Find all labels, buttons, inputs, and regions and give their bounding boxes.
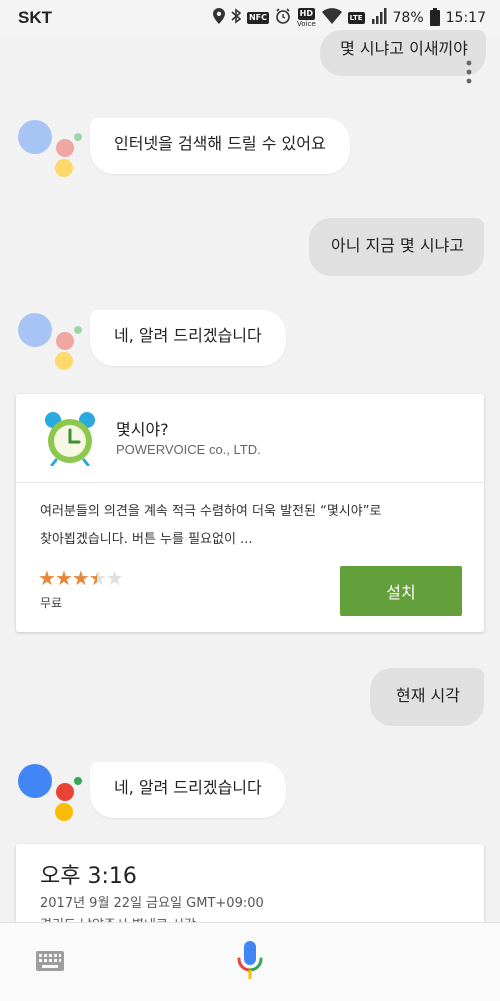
star-icon: ★ — [71, 566, 90, 590]
bluetooth-icon — [231, 8, 242, 28]
assistant-message-3: 네, 알려 드리겠습니다 — [90, 762, 286, 818]
keyboard-icon[interactable] — [36, 951, 64, 971]
battery-percent: 78% — [392, 10, 424, 26]
user-message-text: 아니 지금 몇 시냐고 — [330, 236, 464, 255]
mic-icon[interactable] — [234, 939, 266, 987]
rating-stars: ★★★★★★ — [38, 566, 124, 590]
current-date: 2017년 9월 22일 금요일 GMT+09:00 — [40, 896, 264, 911]
app-description-line1: 여러분들의 의견을 계속 적극 수렴하여 더욱 발전된 “몇시야”로 — [40, 504, 382, 519]
alarm-icon — [275, 8, 291, 28]
assistant-message-text: 네, 알려 드리겠습니다 — [114, 778, 262, 797]
star-icon: ★ — [54, 566, 73, 590]
app-developer: POWERVOICE co., LTD. — [116, 442, 261, 457]
assistant-logo — [18, 116, 88, 186]
user-message-1: 몇 시냐고 이새끼야 — [320, 30, 486, 76]
app-price: 무료 — [40, 596, 63, 610]
assistant-message-text: 네, 알려 드리겠습니다 — [114, 326, 262, 345]
carrier-label: SKT — [18, 8, 52, 27]
install-button[interactable]: 설치 — [340, 566, 462, 616]
hd-voice-badge: HD Voice — [297, 8, 316, 28]
location-icon — [212, 8, 225, 28]
nfc-badge: NFC — [246, 12, 270, 24]
app-description-line2: 찾아뵙겠습니다. 버튼 누를 필요없이 ... — [40, 532, 253, 547]
bottom-input-bar — [0, 922, 500, 1001]
status-icons: NFC HD Voice LTE 78% 15:17 — [212, 8, 486, 28]
app-title[interactable]: 몇시야? — [116, 416, 169, 440]
assistant-message-1: 인터넷을 검색해 드릴 수 있어요 — [90, 118, 350, 174]
user-message-3: 현재 시각 — [370, 668, 484, 726]
current-time: 오후 3:16 — [40, 864, 137, 889]
app-suggestion-card[interactable]: 몇시야? POWERVOICE co., LTD. 여러분들의 의견을 계속 적… — [16, 394, 484, 632]
install-button-label: 설치 — [386, 583, 416, 602]
user-message-2: 아니 지금 몇 시냐고 — [308, 218, 484, 276]
wifi-icon — [321, 8, 342, 28]
alarm-clock-app-icon — [40, 410, 100, 467]
star-icon: ★ — [38, 566, 56, 590]
assistant-message-text: 인터넷을 검색해 드릴 수 있어요 — [114, 134, 326, 153]
lte-badge: LTE — [347, 12, 365, 24]
clock: 15:17 — [445, 10, 486, 26]
signal-icon — [371, 8, 387, 28]
user-message-text: 현재 시각 — [396, 686, 460, 705]
star-icon: ★ — [105, 566, 124, 590]
user-message-text: 몇 시냐고 이새끼야 — [340, 39, 468, 58]
voice-label: Voice — [297, 20, 316, 28]
battery-icon — [429, 8, 440, 26]
card-divider — [16, 482, 484, 483]
assistant-logo — [18, 309, 88, 379]
assistant-logo-active — [18, 760, 88, 830]
more-vert-icon[interactable] — [466, 60, 472, 88]
hd-label: HD — [297, 8, 315, 20]
assistant-message-2: 네, 알려 드리겠습니다 — [90, 310, 286, 366]
half-star-icon: ★★ — [88, 566, 107, 590]
